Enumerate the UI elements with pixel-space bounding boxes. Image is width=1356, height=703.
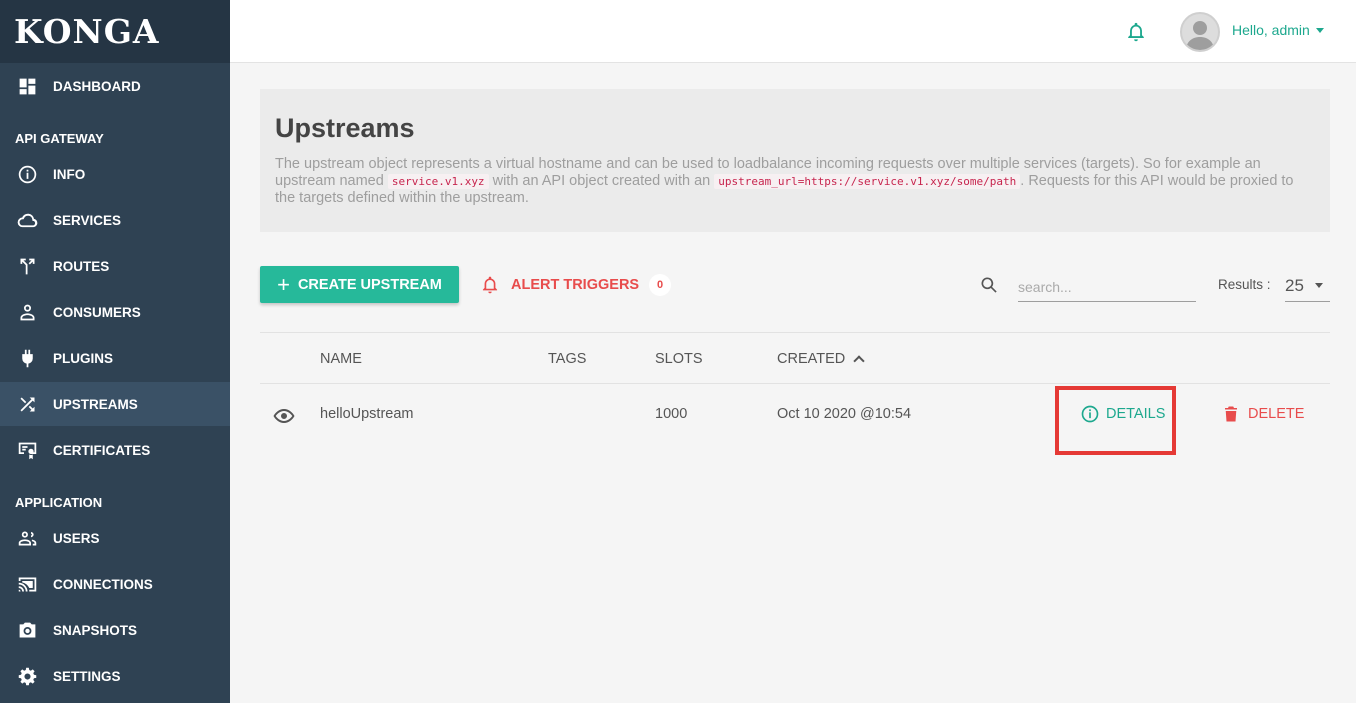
- alert-triggers-label: ALERT TRIGGERS: [511, 277, 640, 293]
- table-header: NAME TAGS SLOTS CREATED: [260, 332, 1330, 384]
- delete-button[interactable]: DELETE: [1222, 404, 1304, 424]
- users-icon: [16, 527, 38, 549]
- row-slots: 1000: [655, 406, 688, 422]
- dashboard-icon: [16, 75, 38, 97]
- cast-icon: [16, 573, 38, 595]
- cloud-icon: [16, 209, 38, 231]
- caret-down-icon: [1315, 27, 1324, 33]
- sidebar-item-label: SERVICES: [53, 212, 122, 228]
- results-label: Results :: [1218, 277, 1271, 292]
- details-label: DETAILS: [1106, 406, 1166, 422]
- results-per-page-select[interactable]: 25: [1285, 271, 1330, 302]
- section-api-gateway: API GATEWAY: [15, 131, 104, 146]
- row-created: Oct 10 2020 @10:54: [777, 406, 912, 422]
- camera-icon: [16, 619, 38, 641]
- sidebar-item-connections[interactable]: CONNECTIONS: [0, 562, 230, 606]
- sidebar-item-snapshots[interactable]: SNAPSHOTS: [0, 608, 230, 652]
- gear-icon: [16, 665, 38, 687]
- sidebar-item-settings[interactable]: SETTINGS: [0, 654, 230, 698]
- sidebar-item-label: ROUTES: [53, 258, 110, 274]
- table-row: helloUpstream 1000 Oct 10 2020 @10:54 DE…: [260, 384, 1330, 455]
- description-text: with an API object created with an: [488, 173, 715, 189]
- sidebar-item-label: CERTIFICATES: [53, 442, 151, 458]
- sort-ascending-icon: [853, 355, 865, 367]
- alert-count-badge: 0: [649, 274, 672, 296]
- sidebar-item-info[interactable]: INFO: [0, 152, 230, 196]
- info-icon: [16, 163, 38, 185]
- sidebar-item-label: USERS: [53, 530, 100, 546]
- sidebar-item-upstreams[interactable]: UPSTREAMS: [0, 382, 230, 426]
- sidebar-item-dashboard[interactable]: DASHBOARD: [0, 64, 230, 108]
- create-upstream-button[interactable]: + CREATE UPSTREAM: [260, 266, 459, 303]
- sidebar-item-label: PLUGINS: [53, 350, 114, 366]
- sidebar-item-label: DASHBOARD: [53, 78, 141, 94]
- plus-icon: +: [277, 271, 290, 297]
- shuffle-icon: [16, 393, 38, 415]
- sidebar-item-label: UPSTREAMS: [53, 396, 138, 412]
- code-upstream-url: upstream_url=https://service.v1.xyz/some…: [714, 174, 1021, 189]
- sidebar-item-label: INFO: [53, 166, 86, 182]
- upstreams-table: NAME TAGS SLOTS CREATED helloUpstream 10…: [260, 332, 1330, 455]
- alert-triggers-button[interactable]: ALERT TRIGGERS 0: [480, 272, 672, 298]
- sidebar-item-services[interactable]: SERVICES: [0, 198, 230, 242]
- column-header-tags[interactable]: TAGS: [548, 351, 586, 367]
- details-button[interactable]: DETAILS: [1080, 404, 1165, 424]
- page-title: Upstreams: [275, 113, 415, 143]
- row-name: helloUpstream: [320, 406, 414, 422]
- sidebar-item-routes[interactable]: ROUTES: [0, 244, 230, 288]
- section-application: APPLICATION: [15, 495, 103, 510]
- column-header-created[interactable]: CREATED: [777, 351, 865, 367]
- notification-bell-icon[interactable]: [1125, 20, 1147, 44]
- sidebar-item-certificates[interactable]: CERTIFICATES: [0, 428, 230, 472]
- user-menu[interactable]: Hello, admin: [1232, 22, 1324, 38]
- delete-label: DELETE: [1248, 406, 1305, 422]
- results-value: 25: [1285, 276, 1304, 295]
- sidebar-item-label: SETTINGS: [53, 668, 121, 684]
- sidebar-item-plugins[interactable]: PLUGINS: [0, 336, 230, 380]
- plug-icon: [16, 347, 38, 369]
- sidebar: KONGA DASHBOARD API GATEWAY INFO SERVICE…: [0, 0, 230, 703]
- certificate-icon: [16, 439, 38, 461]
- caret-down-icon: [1315, 283, 1323, 288]
- avatar[interactable]: [1180, 12, 1220, 52]
- brand-name: KONGA: [14, 12, 160, 51]
- create-upstream-label: CREATE UPSTREAM: [297, 276, 442, 293]
- code-service-name: service.v1.xyz: [387, 174, 489, 189]
- info-panel: Upstreams The upstream object represents…: [260, 89, 1330, 232]
- page-description: The upstream object represents a virtual…: [275, 156, 1315, 207]
- search-icon: [979, 275, 999, 295]
- sidebar-item-label: SNAPSHOTS: [53, 622, 138, 638]
- info-icon: [1081, 405, 1099, 423]
- routes-icon: [16, 255, 38, 277]
- column-header-slots[interactable]: SLOTS: [655, 351, 703, 367]
- bell-icon: [482, 276, 498, 294]
- sidebar-item-label: CONNECTIONS: [53, 576, 153, 592]
- column-header-name[interactable]: NAME: [320, 351, 362, 367]
- topbar: Hello, admin: [230, 0, 1356, 63]
- sidebar-item-users[interactable]: USERS: [0, 516, 230, 560]
- trash-icon: [1225, 406, 1237, 422]
- column-header-created-label: CREATED: [777, 351, 846, 367]
- person-icon: [16, 301, 38, 323]
- brand-logo[interactable]: KONGA: [0, 0, 230, 63]
- user-greeting: Hello, admin: [1232, 22, 1310, 38]
- search-input[interactable]: [1018, 272, 1196, 302]
- sidebar-item-label: CONSUMERS: [53, 304, 141, 320]
- view-eye-icon[interactable]: [272, 404, 296, 428]
- sidebar-item-consumers[interactable]: CONSUMERS: [0, 290, 230, 334]
